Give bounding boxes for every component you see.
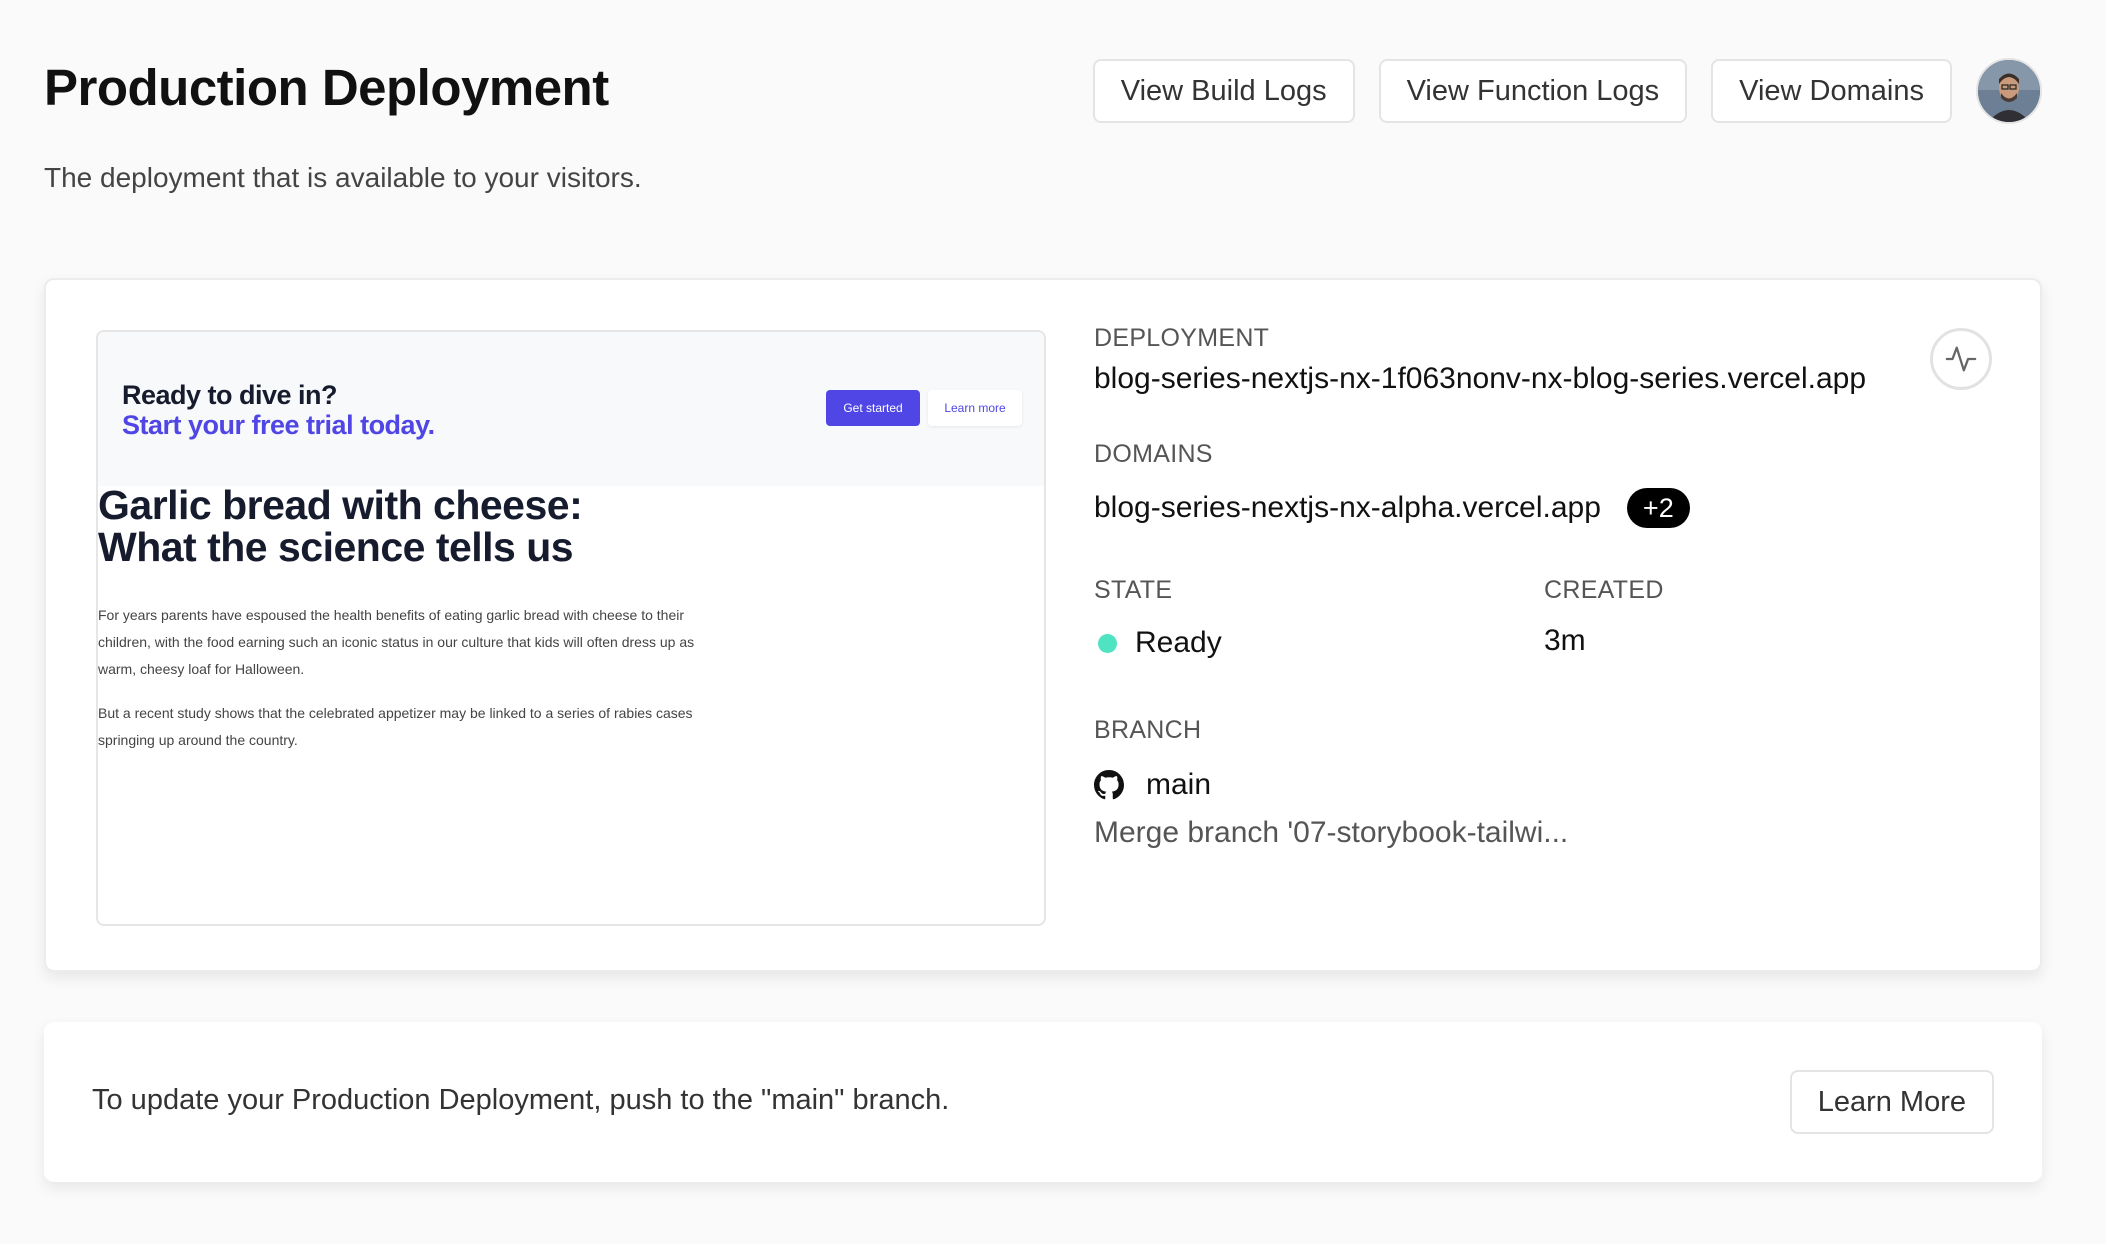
update-info-card: To update your Production Deployment, pu…	[44, 1022, 2042, 1182]
deployment-preview[interactable]: Ready to dive in? Start your free trial …	[96, 330, 1046, 926]
state-text: Ready	[1135, 626, 1222, 659]
github-icon	[1094, 770, 1124, 800]
preview-paragraph-1: For years parents have espoused the heal…	[98, 607, 695, 677]
state-label: STATE	[1094, 576, 1173, 604]
view-domains-button[interactable]: View Domains	[1711, 59, 1952, 123]
preview-banner-subheading: Start your free trial today.	[122, 410, 435, 440]
preview-banner-heading: Ready to dive in?	[122, 380, 338, 410]
commit-message[interactable]: Merge branch '07-storybook-tailwi...	[1094, 816, 1568, 850]
preview-learn-more-button: Learn more	[928, 390, 1022, 426]
preview-get-started-button: Get started	[826, 390, 920, 426]
activity-button[interactable]	[1930, 328, 1992, 390]
state-value: Ready	[1094, 626, 1222, 660]
domain-link[interactable]: blog-series-nextjs-nx-alpha.vercel.app	[1094, 491, 1601, 525]
learn-more-button[interactable]: Learn More	[1789, 1070, 1994, 1134]
branch-row: main	[1094, 768, 1211, 802]
deployment-card: Ready to dive in? Start your free trial …	[44, 278, 2042, 972]
branch-name-link[interactable]: main	[1146, 768, 1211, 802]
avatar[interactable]	[1976, 58, 2042, 124]
page-title: Production Deployment	[44, 59, 609, 116]
update-info-text: To update your Production Deployment, pu…	[92, 1084, 950, 1116]
avatar-image	[1978, 60, 2040, 122]
view-function-logs-button[interactable]: View Function Logs	[1378, 59, 1688, 123]
production-deployment-page: Production Deployment The deployment tha…	[0, 0, 2106, 1244]
created-value: 3m	[1544, 624, 1586, 657]
status-dot-icon	[1098, 633, 1117, 653]
view-build-logs-button[interactable]: View Build Logs	[1092, 59, 1355, 123]
preview-article-title-line2: What the science tells us	[98, 524, 574, 570]
preview-article-title: Garlic bread with cheese: What the scien…	[98, 484, 698, 568]
activity-icon	[1945, 346, 1977, 372]
domains-row: blog-series-nextjs-nx-alpha.vercel.app +…	[1094, 488, 1690, 528]
deployment-label: DEPLOYMENT	[1094, 324, 1270, 352]
header-actions: View Build Logs View Function Logs View …	[1092, 58, 2042, 124]
created-label: CREATED	[1544, 576, 1664, 604]
deployment-url-link[interactable]: blog-series-nextjs-nx-1f063nonv-nx-blog-…	[1094, 362, 1866, 396]
preview-article-title-line1: Garlic bread with cheese:	[98, 482, 583, 528]
preview-paragraph-2: But a recent study shows that the celebr…	[98, 705, 693, 748]
preview-banner: Ready to dive in? Start your free trial …	[98, 332, 1044, 486]
page-subtitle: The deployment that is available to your…	[44, 162, 642, 193]
domains-label: DOMAINS	[1094, 440, 1213, 468]
domains-count-badge[interactable]: +2	[1626, 488, 1690, 528]
branch-label: BRANCH	[1094, 716, 1202, 744]
